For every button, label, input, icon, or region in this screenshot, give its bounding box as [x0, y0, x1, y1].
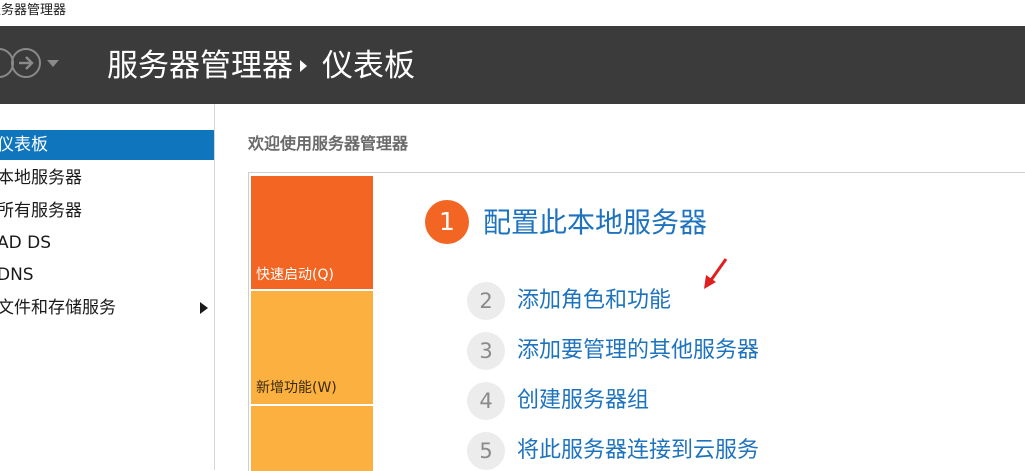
- sidebar-nav: 仪表板 本地服务器 所有服务器 AD DS DNS 文件和存储服务: [0, 104, 215, 470]
- sidebar-item-label: AD DS: [0, 233, 52, 253]
- breadcrumb-separator-icon: [300, 60, 307, 72]
- forward-button[interactable]: [11, 48, 41, 78]
- sidebar-item-label: 文件和存储服务: [0, 298, 116, 318]
- header-bar: 服务器管理器 仪表板: [0, 26, 1025, 104]
- arrow-right-icon: [19, 56, 34, 70]
- step-connect-cloud-link[interactable]: 将此服务器连接到云服务: [517, 432, 759, 470]
- sidebar-item-dashboard[interactable]: 仪表板: [0, 130, 214, 160]
- sidebar-item-ad-ds[interactable]: AD DS: [0, 228, 214, 258]
- step-number-badge: 1: [425, 200, 469, 244]
- sidebar-item-label: 所有服务器: [0, 201, 82, 221]
- welcome-heading: 欢迎使用服务器管理器: [248, 134, 409, 153]
- step-add-servers-link[interactable]: 添加要管理的其他服务器: [517, 332, 759, 370]
- tile-label: 新增功能(W): [256, 380, 337, 396]
- history-dropdown-icon[interactable]: [47, 60, 59, 67]
- sidebar-item-label: 仪表板: [0, 135, 48, 155]
- breadcrumb-root[interactable]: 服务器管理器: [107, 46, 293, 86]
- step-number-badge: 4: [467, 382, 505, 420]
- sidebar-item-label: 本地服务器: [0, 168, 82, 188]
- sidebar-item-label: DNS: [0, 265, 34, 285]
- breadcrumb-current: 仪表板: [322, 48, 415, 84]
- sidebar-item-local-server[interactable]: 本地服务器: [0, 163, 214, 193]
- step-number-badge: 2: [467, 282, 505, 320]
- tile-whats-new[interactable]: 新增功能(W): [251, 291, 373, 404]
- sidebar-item-dns[interactable]: DNS: [0, 260, 214, 290]
- step-create-group-link[interactable]: 创建服务器组: [517, 382, 649, 420]
- tile-learn-more[interactable]: [251, 406, 373, 471]
- sidebar-item-all-servers[interactable]: 所有服务器: [0, 196, 214, 226]
- sidebar-item-file-storage[interactable]: 文件和存储服务: [0, 293, 214, 323]
- step-add-roles-link[interactable]: 添加角色和功能: [517, 282, 671, 320]
- step-number-badge: 5: [467, 432, 505, 470]
- window-title: 服务器管理器: [0, 3, 67, 18]
- step-configure-local-server-link[interactable]: 配置此本地服务器: [483, 203, 707, 243]
- window-titlebar: 服务器管理器: [0, 0, 1025, 26]
- step-number-badge: 3: [467, 332, 505, 370]
- tile-quick-start[interactable]: 快速启动(Q): [251, 176, 373, 289]
- tile-label: 快速启动(Q): [256, 267, 334, 283]
- expand-arrow-icon[interactable]: [200, 302, 208, 314]
- annotation-arrow-icon: [704, 258, 728, 289]
